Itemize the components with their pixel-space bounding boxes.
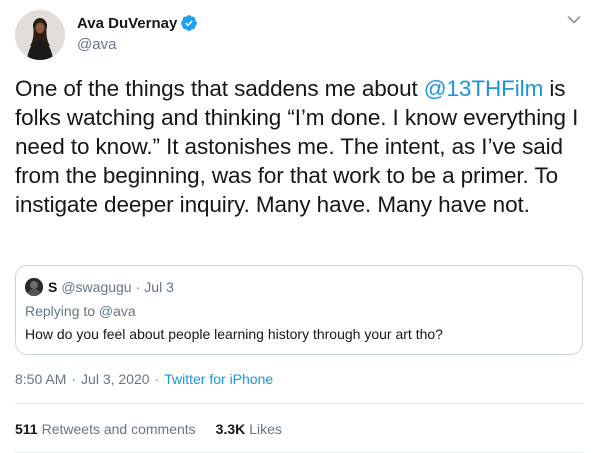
likes-count: 3.3K — [215, 421, 246, 437]
tweet-date[interactable]: Jul 3, 2020 — [81, 371, 150, 387]
retweets-label: Retweets and comments — [41, 421, 196, 437]
tweet-stats: 511 Retweets and comments 3.3K Likes — [15, 421, 302, 437]
chevron-down-icon[interactable] — [567, 15, 581, 25]
person-avatar-icon — [15, 10, 65, 60]
likes-label: Likes — [249, 421, 282, 437]
separator-dot: · — [135, 279, 141, 295]
retweets-stat[interactable]: 511 Retweets and comments — [15, 421, 196, 437]
replying-to: Replying to @ava — [25, 303, 136, 319]
tweet-time[interactable]: 8:50 AM — [15, 371, 66, 387]
quoted-tweet-text: How do you feel about people learning hi… — [25, 326, 443, 342]
divider — [15, 403, 583, 404]
separator-dot: · — [71, 371, 77, 387]
quoted-author-avatar — [25, 278, 43, 296]
quoted-date: Jul 3 — [144, 279, 174, 295]
quoted-author-name: S — [48, 279, 58, 295]
author-name-row: Ava DuVernay — [77, 14, 198, 32]
verified-badge-icon — [181, 15, 198, 31]
tweet-source-link[interactable]: Twitter for iPhone — [164, 371, 273, 387]
retweets-count: 511 — [15, 421, 38, 437]
likes-stat[interactable]: 3.3K Likes — [216, 421, 282, 437]
mention-link[interactable]: @13THFilm — [424, 76, 544, 101]
author-handle[interactable]: @ava — [77, 36, 116, 53]
quoted-author-handle: @swagugu — [61, 279, 132, 295]
tweet-text-part: One of the things that saddens me about — [15, 76, 424, 101]
author-avatar[interactable] — [15, 10, 65, 60]
author-name[interactable]: Ava DuVernay — [77, 15, 177, 32]
person-avatar-icon — [25, 278, 43, 296]
tweet-text: One of the things that saddens me about … — [15, 74, 580, 219]
tweet-meta: 8:50 AM · Jul 3, 2020 · Twitter for iPho… — [15, 371, 273, 387]
quoted-tweet-card[interactable]: S @swagugu · Jul 3 Replying to @ava How … — [15, 265, 583, 355]
quoted-tweet-header: S @swagugu · Jul 3 — [25, 278, 174, 296]
separator-dot: · — [154, 371, 160, 387]
